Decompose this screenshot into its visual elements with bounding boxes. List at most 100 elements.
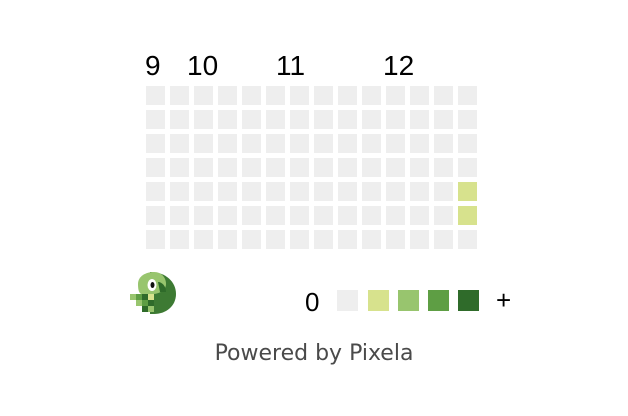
grid-cell — [338, 86, 357, 105]
grid-cell — [362, 206, 381, 225]
month-label-11: 11 — [276, 50, 306, 81]
grid-cell — [458, 206, 477, 225]
grid-cell — [170, 86, 189, 105]
powered-by-footer: Powered by Pixela — [214, 341, 414, 366]
grid-cell — [314, 206, 333, 225]
grid-cell — [338, 110, 357, 129]
grid-cell — [362, 86, 381, 105]
grid-cell — [362, 230, 381, 249]
month-label-9: 9 — [145, 50, 161, 81]
grid-cell — [242, 182, 261, 201]
grid-cell — [290, 158, 309, 177]
grid-cell — [290, 110, 309, 129]
legend-swatch-level-4 — [458, 290, 479, 311]
grid-cell — [410, 158, 429, 177]
grid-cell — [434, 206, 453, 225]
grid-cell — [194, 206, 213, 225]
grid-cell — [338, 206, 357, 225]
grid-cell — [218, 206, 237, 225]
grid-cell — [362, 134, 381, 153]
grid-cell — [410, 182, 429, 201]
pixela-logo-icon — [130, 272, 176, 314]
grid-cell — [434, 134, 453, 153]
grid-cell — [146, 110, 165, 129]
grid-cell — [314, 230, 333, 249]
grid-cell — [170, 182, 189, 201]
month-label-12: 12 — [383, 50, 415, 81]
month-label-10: 10 — [187, 50, 219, 81]
grid-cell — [170, 110, 189, 129]
legend-swatch-level-0 — [337, 290, 358, 311]
grid-cell — [434, 182, 453, 201]
grid-cell — [338, 182, 357, 201]
legend-max-label: + — [496, 285, 512, 315]
grid-cell — [314, 158, 333, 177]
grid-cell — [458, 134, 477, 153]
grid-cell — [434, 158, 453, 177]
grid-cell — [242, 110, 261, 129]
grid-cell — [218, 110, 237, 129]
grid-cell — [266, 182, 285, 201]
legend-swatch-level-3 — [428, 290, 449, 311]
grid-cell — [170, 230, 189, 249]
grid-cell — [410, 86, 429, 105]
grid-cell — [458, 86, 477, 105]
grid-cell — [194, 230, 213, 249]
grid-cell — [338, 158, 357, 177]
grid-cell — [386, 110, 405, 129]
grid-cell — [386, 182, 405, 201]
grid-cell — [434, 86, 453, 105]
grid-cell — [146, 158, 165, 177]
grid-cell — [266, 86, 285, 105]
grid-cell — [458, 182, 477, 201]
grid-cell — [146, 206, 165, 225]
grid-cell — [314, 110, 333, 129]
grid-cell — [146, 134, 165, 153]
grid-cell — [386, 134, 405, 153]
grid-cell — [314, 134, 333, 153]
grid-cell — [386, 206, 405, 225]
grid-cell — [338, 134, 357, 153]
grid-cell — [194, 134, 213, 153]
grid-cell — [194, 86, 213, 105]
legend-swatch-level-1 — [368, 290, 389, 311]
grid-cell — [410, 206, 429, 225]
grid-cell — [458, 110, 477, 129]
grid-cell — [434, 110, 453, 129]
grid-cell — [290, 182, 309, 201]
grid-cell — [194, 182, 213, 201]
grid-cell — [218, 158, 237, 177]
grid-cell — [314, 86, 333, 105]
grid-cell — [242, 86, 261, 105]
grid-cell — [218, 134, 237, 153]
grid-cell — [362, 110, 381, 129]
grid-cell — [218, 230, 237, 249]
grid-cell — [194, 158, 213, 177]
grid-cell — [242, 230, 261, 249]
grid-cell — [170, 158, 189, 177]
grid-cell — [410, 110, 429, 129]
grid-cell — [434, 230, 453, 249]
grid-cell — [290, 134, 309, 153]
grid-cell — [410, 134, 429, 153]
grid-cell — [266, 110, 285, 129]
grid-cell — [146, 182, 165, 201]
grid-cell — [218, 182, 237, 201]
grid-cell — [314, 182, 333, 201]
grid-cell — [458, 158, 477, 177]
contribution-grid — [146, 86, 480, 252]
grid-cell — [362, 182, 381, 201]
grid-cell — [266, 134, 285, 153]
grid-cell — [266, 230, 285, 249]
grid-cell — [290, 230, 309, 249]
grid-cell — [362, 158, 381, 177]
grid-cell — [146, 86, 165, 105]
grid-cell — [386, 230, 405, 249]
grid-cell — [266, 206, 285, 225]
grid-cell — [242, 134, 261, 153]
grid-cell — [386, 158, 405, 177]
grid-cell — [242, 206, 261, 225]
grid-cell — [242, 158, 261, 177]
grid-cell — [338, 230, 357, 249]
grid-cell — [386, 86, 405, 105]
